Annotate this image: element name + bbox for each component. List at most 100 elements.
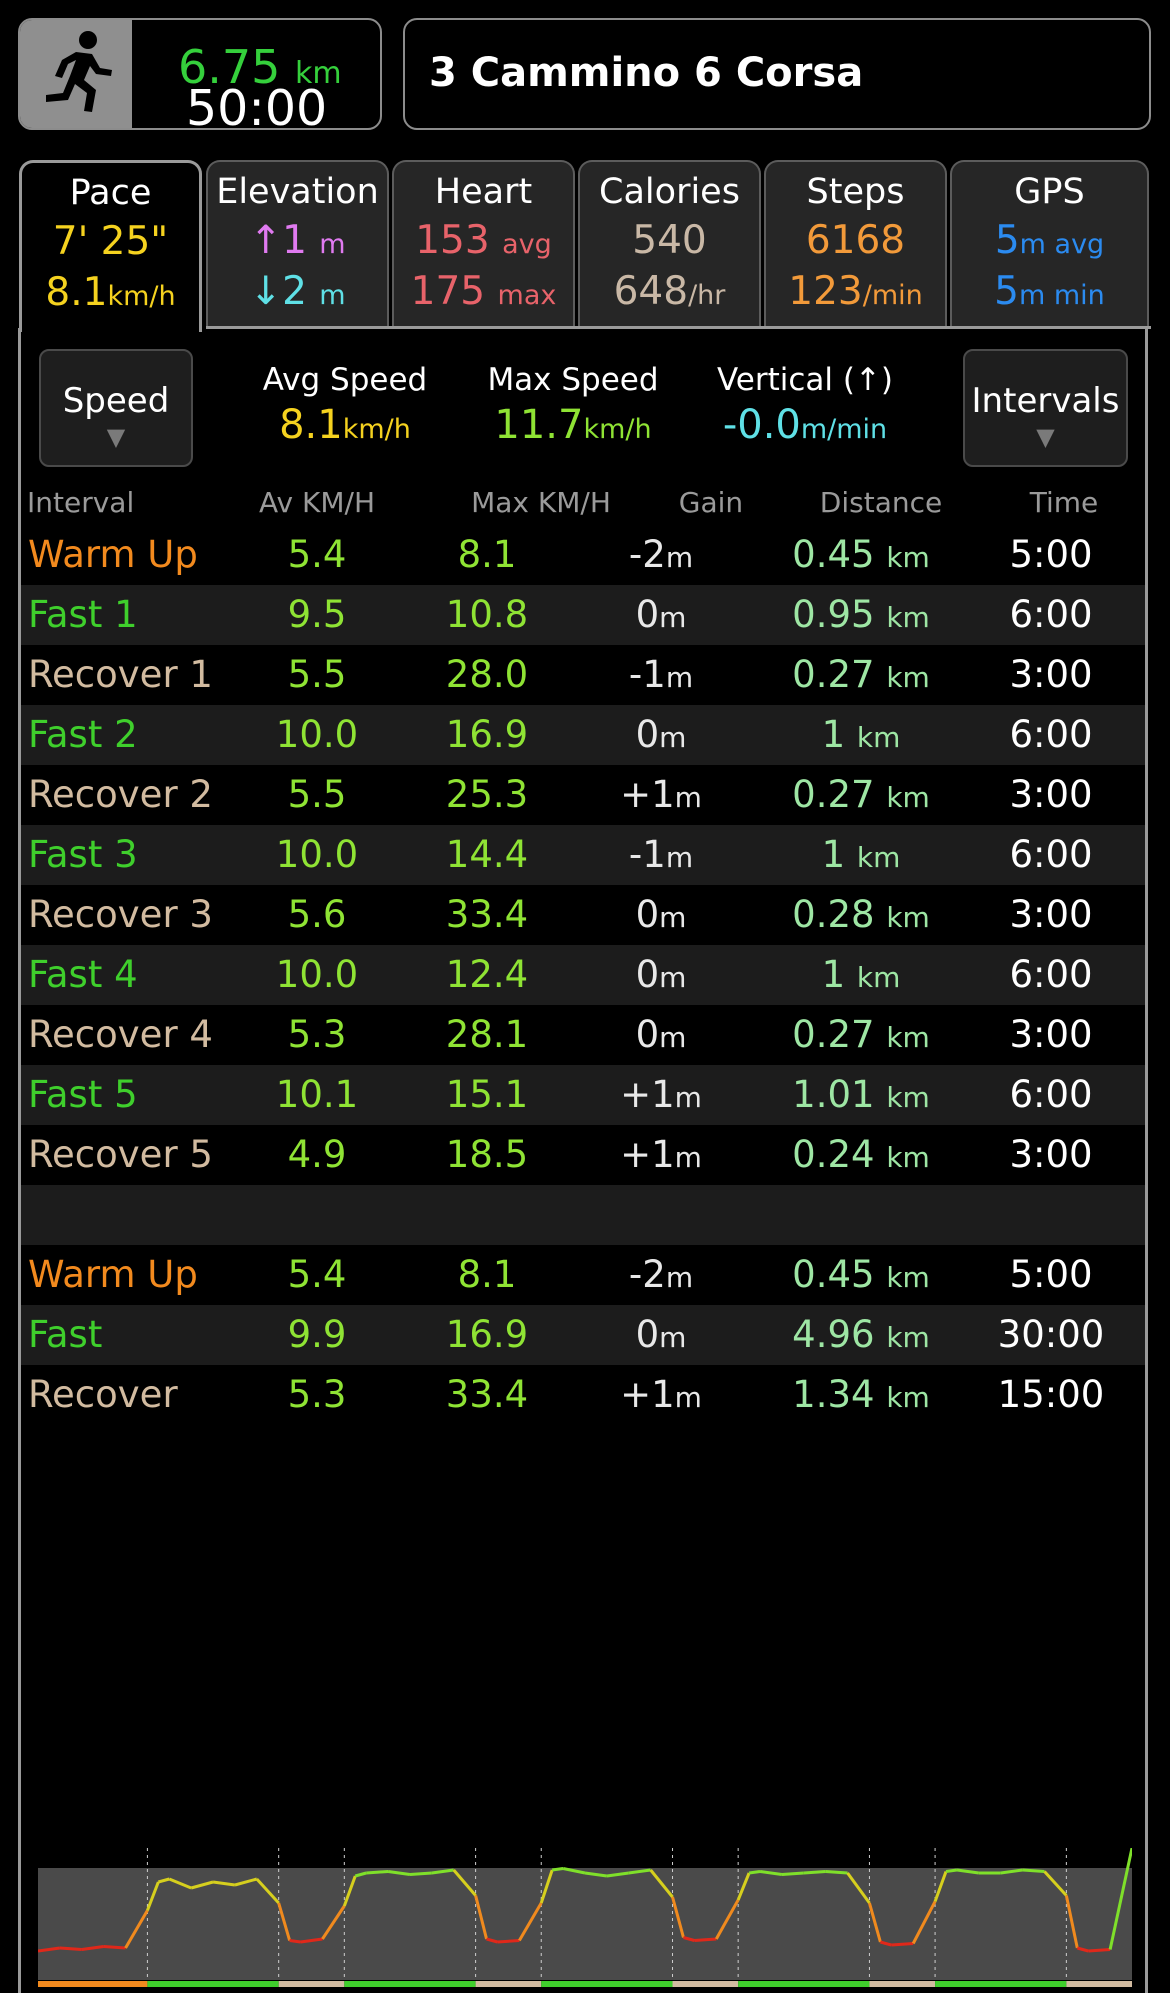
avg-speed-value: 8.1km/h [279, 402, 411, 448]
time-cell: 30:00 [997, 1313, 1105, 1356]
time-cell: 3:00 [1009, 773, 1093, 816]
table-row[interactable]: Fast 1 9.5 10.8 0m 0.95 km 6:00 [21, 585, 1145, 645]
time-cell: 6:00 [1009, 713, 1093, 756]
speed-line-segment [551, 1867, 564, 1872]
max-speed-cell: 10.8 [445, 593, 529, 636]
table-row[interactable]: Fast 3 10.0 14.4 -1m 1 km 6:00 [21, 825, 1145, 885]
time-cell: 3:00 [1009, 1013, 1093, 1056]
speed-line-segment [891, 1942, 914, 1947]
interval-name: Fast 5 [28, 1073, 138, 1116]
view-select-button[interactable]: Intervals ▼ [963, 349, 1128, 467]
column-header-gain: Gain [678, 486, 744, 519]
speed-line-segment [409, 1871, 432, 1876]
distance-cell: 0.27 km [792, 1013, 930, 1056]
table-row[interactable]: Recover 5 4.9 18.5 +1m 0.24 km 3:00 [21, 1125, 1145, 1185]
speed-line-segment [945, 1868, 958, 1873]
calories-rate: 648/hr [613, 269, 726, 314]
distance-cell: 0.45 km [792, 1253, 930, 1296]
speed-line-segment [1088, 1948, 1111, 1953]
gain-cell: +1m [620, 1073, 702, 1116]
interval-strip-rec [278, 1981, 345, 1987]
interval-name: Recover 3 [28, 893, 213, 936]
interval-name: Recover 4 [28, 1013, 213, 1056]
gain-cell: -1m [628, 653, 694, 696]
max-speed-cell: 16.9 [445, 713, 529, 756]
interval-name: Fast 4 [28, 953, 138, 996]
table-row[interactable]: Recover 1 5.5 28.0 -1m 0.27 km 3:00 [21, 645, 1145, 705]
column-header-av-speed: Av KM/H [259, 486, 375, 519]
max-speed-cell: 28.1 [445, 1013, 529, 1056]
summary-box: 6.75 km 50:00 [18, 18, 382, 130]
time-cell: 15:00 [997, 1373, 1105, 1416]
heart-max: 175 max [410, 269, 557, 314]
vertical-stat: Vertical (↑) -0.0m/min [700, 362, 910, 448]
interval-strip-rec [869, 1981, 936, 1987]
distance-cell: 1.34 km [792, 1373, 930, 1416]
table-row[interactable]: Fast 4 10.0 12.4 0m 1 km 6:00 [21, 945, 1145, 1005]
tab-steps[interactable]: Steps 6168 123/min [764, 160, 947, 328]
tab-title: Heart [434, 172, 533, 212]
workout-name-box[interactable]: 3 Cammino 6 Corsa [403, 18, 1151, 130]
gain-cell: +1m [620, 1133, 702, 1176]
table-row[interactable]: Warm Up 5.4 8.1 -2m 0.45 km 5:00 [21, 1245, 1145, 1305]
speed-line-segment [497, 1939, 520, 1944]
time-cell: 6:00 [1009, 953, 1093, 996]
table-row[interactable]: Fast 2 10.0 16.9 0m 1 km 6:00 [21, 705, 1145, 765]
steps-total: 6168 [805, 218, 906, 263]
tab-elevation[interactable]: Elevation ↑1 m ↓2 m [206, 160, 389, 328]
interval-strip-fast [541, 1981, 673, 1987]
avg-speed-cell: 5.4 [287, 1253, 347, 1296]
table-row[interactable]: Recover 3 5.6 33.4 0m 0.28 km 3:00 [21, 885, 1145, 945]
table-row[interactable]: Warm Up 5.4 8.1 -2m 0.45 km 5:00 [21, 525, 1145, 585]
table-row[interactable]: Recover 4 5.3 28.1 0m 0.27 km 3:00 [21, 1005, 1145, 1065]
gps-min: 5m min [994, 269, 1105, 314]
avg-speed-cell: 10.1 [275, 1073, 359, 1116]
speed-line-segment [59, 1946, 82, 1951]
avg-speed-cell: 9.9 [287, 1313, 347, 1356]
column-header-max-speed: Max KM/H [471, 486, 611, 519]
avg-speed-label: Avg Speed [262, 362, 428, 398]
interval-strip-warm [38, 1981, 148, 1987]
avg-speed-cell: 5.3 [287, 1013, 347, 1056]
max-speed-cell: 15.1 [445, 1073, 529, 1116]
distance-cell: 1.01 km [792, 1073, 930, 1116]
tab-title: Elevation [216, 172, 379, 212]
gain-cell: +1m [620, 773, 702, 816]
speed-line-segment [781, 1871, 804, 1876]
distance-cell: 1 km [821, 833, 901, 876]
max-speed-cell: 16.9 [445, 1313, 529, 1356]
distance-cell: 0.27 km [792, 653, 930, 696]
interval-strip-rec [475, 1981, 542, 1987]
table-row[interactable]: Recover 2 5.5 25.3 +1m 0.27 km 3:00 [21, 765, 1145, 825]
interval-name: Recover 5 [28, 1133, 213, 1176]
tab-pace[interactable]: Pace 7' 25" 8.1km/h [19, 160, 202, 332]
max-speed-cell: 33.4 [445, 1373, 529, 1416]
tab-gps[interactable]: GPS 5m avg 5m min [950, 160, 1149, 328]
interval-strip-rec [672, 1981, 739, 1987]
column-header-interval: Interval [27, 486, 135, 519]
interval-name: Fast 3 [28, 833, 138, 876]
distance-cell: 0.45 km [792, 533, 930, 576]
chevron-down-icon: ▼ [1036, 423, 1055, 451]
table-spacer [21, 1185, 1145, 1245]
vertical-label: Vertical (↑) [716, 362, 894, 398]
gain-cell: 0m [635, 1313, 687, 1356]
time-cell: 3:00 [1009, 893, 1093, 936]
tab-heart[interactable]: Heart 153 avg 175 max [392, 160, 575, 328]
table-row[interactable]: Recover 5.3 33.4 +1m 1.34 km 15:00 [21, 1365, 1145, 1425]
table-row[interactable]: Fast 9.9 16.9 0m 4.96 km 30:00 [21, 1305, 1145, 1365]
max-speed-label: Max Speed [487, 362, 659, 398]
column-header-distance: Distance [819, 486, 943, 519]
heart-avg: 153 avg [415, 218, 552, 263]
metric-select-button[interactable]: Speed ▼ [39, 349, 193, 467]
workout-name: 3 Cammino 6 Corsa [429, 50, 864, 96]
max-speed-cell: 28.0 [445, 653, 529, 696]
gps-avg: 5m avg [994, 218, 1105, 263]
pace-value: 7' 25" [52, 219, 169, 264]
tab-calories[interactable]: Calories 540 648/hr [578, 160, 761, 328]
gain-cell: 0m [635, 893, 687, 936]
activity-type-button[interactable] [20, 20, 132, 128]
interval-name: Recover [28, 1373, 178, 1416]
max-speed-cell: 14.4 [445, 833, 529, 876]
table-row[interactable]: Fast 5 10.1 15.1 +1m 1.01 km 6:00 [21, 1065, 1145, 1125]
